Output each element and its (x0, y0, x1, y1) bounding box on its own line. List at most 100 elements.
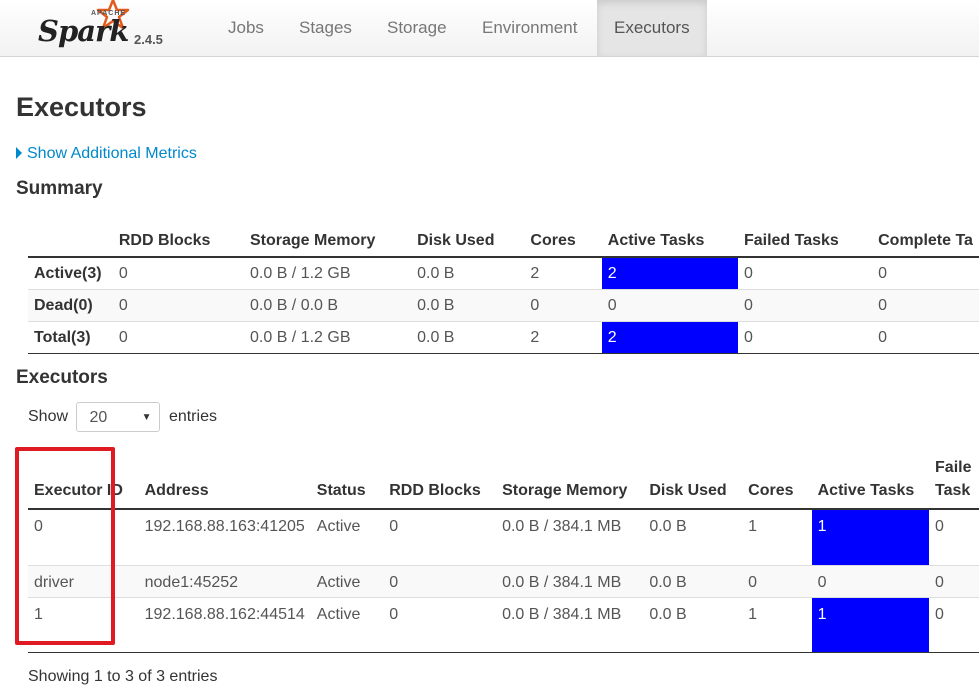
summary-cell: 2 (524, 321, 602, 354)
col-active-tasks[interactable]: Active Tasks (811, 450, 930, 510)
executors-table: Executor ID Address Status RDD Blocks St… (28, 450, 979, 653)
cell-cores: 1 (742, 509, 812, 566)
summary-cell-active-tasks: 0 (601, 289, 738, 322)
page-length-control: Show 20 ▼ entries (28, 402, 217, 434)
col-disk-used[interactable]: Disk Used (643, 450, 743, 510)
cell-failed-tasks: 0 (929, 597, 979, 653)
summary-cell: 0 (112, 289, 244, 322)
cell-storage-memory: 0.0 B / 384.1 MB (496, 509, 644, 566)
summary-col-rdd-blocks[interactable]: RDD Blocks (112, 216, 244, 258)
spark-logo[interactable]: APACHE Spark 2.4.5 (38, 0, 178, 52)
summary-cell: 0 (737, 321, 873, 354)
cell-rdd-blocks: 0 (383, 565, 497, 598)
page-length-select[interactable]: 20 ▼ (76, 402, 161, 432)
cell-active-tasks: 1 (811, 597, 930, 653)
tab-executors[interactable]: Executors (597, 0, 707, 56)
page-title: Executors (16, 92, 147, 122)
summary-row-label: Dead(0) (28, 289, 113, 322)
summary-cell: 0.0 B (411, 289, 525, 322)
summary-table: RDD Blocks Storage Memory Disk Used Core… (28, 216, 979, 354)
summary-cell: 0 (872, 289, 979, 322)
summary-cell: 0.0 B (411, 257, 525, 290)
summary-row-total: Total(3) 0 0.0 B / 1.2 GB 0.0 B 2 2 0 0 (28, 321, 979, 354)
cell-active-tasks: 0 (811, 565, 930, 598)
summary-cell: 0 (112, 257, 244, 290)
tab-stages[interactable]: Stages (282, 0, 369, 56)
col-failed-tasks[interactable]: Faile Task (929, 450, 979, 510)
brand-name: Spark (38, 14, 129, 48)
cell-address: node1:45252 (138, 565, 311, 598)
summary-cell-active-tasks: 2 (601, 321, 738, 354)
summary-col-cores[interactable]: Cores (524, 216, 602, 258)
summary-cell: 0 (872, 321, 979, 354)
cell-executor-id: 1 (28, 597, 139, 653)
tab-jobs[interactable]: Jobs (211, 0, 281, 56)
summary-cell: 0.0 B / 0.0 B (244, 289, 412, 322)
summary-col-disk-used[interactable]: Disk Used (411, 216, 525, 258)
summary-header-row: RDD Blocks Storage Memory Disk Used Core… (28, 216, 979, 258)
show-additional-metrics-label: Show Additional Metrics (27, 145, 197, 162)
col-address[interactable]: Address (138, 450, 311, 510)
summary-cell: 2 (524, 257, 602, 290)
cell-executor-id: 0 (28, 509, 139, 566)
col-executor-id[interactable]: Executor ID (28, 450, 139, 510)
summary-row-label: Active(3) (28, 257, 113, 290)
cell-address: 192.168.88.162:44514 (138, 597, 311, 653)
summary-cell: 0.0 B / 1.2 GB (244, 321, 412, 354)
summary-cell: 0 (737, 257, 873, 290)
show-label: Show (28, 408, 69, 426)
summary-cell: 0 (872, 257, 979, 290)
col-status[interactable]: Status (310, 450, 384, 510)
summary-col-failed-tasks[interactable]: Failed Tasks (737, 216, 873, 258)
summary-col-storage-memory[interactable]: Storage Memory (244, 216, 412, 258)
summary-cell: 0 (112, 321, 244, 354)
page-length-value: 20 (89, 409, 108, 426)
summary-row-label: Total(3) (28, 321, 113, 354)
executors-header-row: Executor ID Address Status RDD Blocks St… (28, 450, 979, 510)
cell-status: Active (310, 509, 384, 566)
cell-status: Active (310, 597, 384, 653)
summary-cell: 0 (524, 289, 602, 322)
summary-col-blank (28, 216, 113, 258)
caret-right-icon (16, 147, 22, 159)
summary-cell: 0 (737, 289, 873, 322)
executor-row: driver node1:45252 Active 0 0.0 B / 384.… (28, 565, 979, 598)
cell-disk-used: 0.0 B (643, 597, 743, 653)
executor-row: 0 192.168.88.163:41205 Active 0 0.0 B / … (28, 509, 979, 566)
col-storage-memory[interactable]: Storage Memory (496, 450, 644, 510)
summary-row-active: Active(3) 0 0.0 B / 1.2 GB 0.0 B 2 2 0 0 (28, 257, 979, 290)
col-rdd-blocks[interactable]: RDD Blocks (383, 450, 497, 510)
top-navbar: APACHE Spark 2.4.5 Jobs Stages Storage E… (0, 0, 979, 57)
tab-environment[interactable]: Environment (465, 0, 594, 56)
cell-address: 192.168.88.163:41205 (138, 509, 311, 566)
summary-col-complete-tasks[interactable]: Complete Ta (872, 216, 979, 258)
cell-disk-used: 0.0 B (643, 565, 743, 598)
show-additional-metrics-link[interactable]: Show Additional Metrics (16, 145, 197, 163)
cell-rdd-blocks: 0 (383, 509, 497, 566)
cell-storage-memory: 0.0 B / 384.1 MB (496, 565, 644, 598)
summary-cell-active-tasks: 2 (601, 257, 738, 290)
spark-version: 2.4.5 (134, 32, 163, 47)
col-cores[interactable]: Cores (742, 450, 812, 510)
summary-cell: 0.0 B (411, 321, 525, 354)
cell-status: Active (310, 565, 384, 598)
summary-col-active-tasks[interactable]: Active Tasks (601, 216, 738, 258)
cell-storage-memory: 0.0 B / 384.1 MB (496, 597, 644, 653)
dropdown-arrow-icon: ▼ (141, 412, 152, 423)
summary-heading: Summary (16, 178, 103, 199)
table-info: Showing 1 to 3 of 3 entries (28, 668, 218, 685)
cell-failed-tasks: 0 (929, 509, 979, 566)
executor-row: 1 192.168.88.162:44514 Active 0 0.0 B / … (28, 597, 979, 653)
executors-heading: Executors (16, 367, 108, 388)
cell-failed-tasks: 0 (929, 565, 979, 598)
cell-cores: 1 (742, 597, 812, 653)
cell-cores: 0 (742, 565, 812, 598)
cell-executor-id: driver (28, 565, 139, 598)
cell-active-tasks: 1 (811, 509, 930, 566)
cell-rdd-blocks: 0 (383, 597, 497, 653)
summary-cell: 0.0 B / 1.2 GB (244, 257, 412, 290)
summary-row-dead: Dead(0) 0 0.0 B / 0.0 B 0.0 B 0 0 0 0 (28, 289, 979, 322)
tab-storage[interactable]: Storage (370, 0, 464, 56)
cell-disk-used: 0.0 B (643, 509, 743, 566)
entries-label: entries (168, 408, 217, 426)
